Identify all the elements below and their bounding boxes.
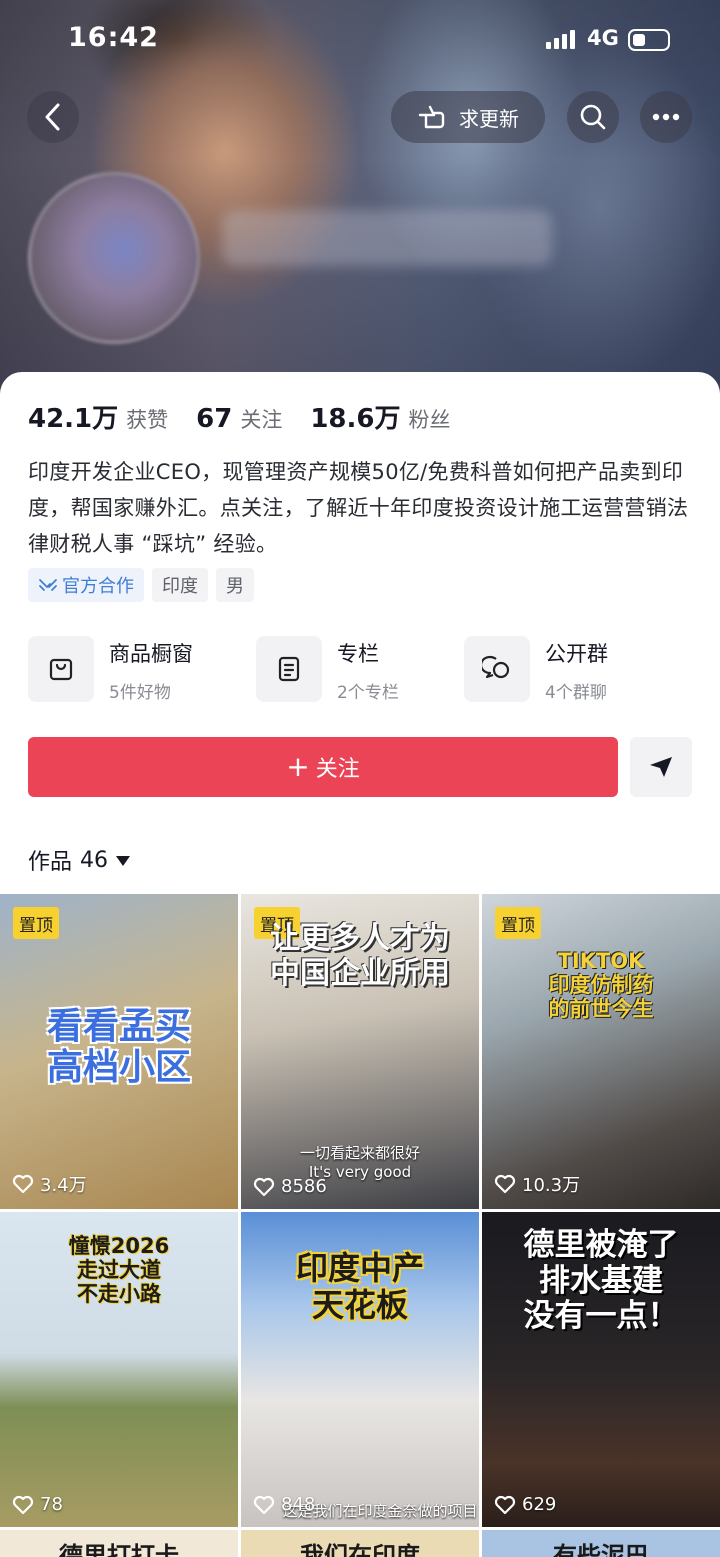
signal-icon [546, 30, 575, 49]
back-button[interactable] [27, 91, 79, 143]
tag-location[interactable]: 印度 [152, 568, 208, 602]
follow-button[interactable]: + 关注 [28, 737, 618, 797]
stat-following[interactable]: 67 关注 [196, 404, 282, 434]
follow-label: 关注 [315, 757, 360, 782]
pointing-hand-icon [418, 105, 445, 129]
battery-icon [628, 29, 670, 51]
avatar[interactable] [28, 172, 200, 344]
video-tile[interactable]: 置顶 TIKTOK 印度仿制药 的前世今生 10.3万 [482, 894, 720, 1209]
chevron-left-icon [45, 103, 60, 131]
group-chat-icon [464, 636, 530, 702]
like-count-value: 629 [522, 1494, 557, 1515]
tag-label: 官方合作 [62, 576, 134, 597]
feature-title: 商品橱窗 [109, 641, 193, 666]
heart-icon [494, 1495, 516, 1514]
like-count-value: 78 [40, 1494, 63, 1515]
heart-icon [494, 1174, 516, 1194]
profile-card: 42.1万 获赞 67 关注 18.6万 粉丝 印度开发企业CEO，现管理资产规… [0, 372, 720, 1557]
more-button[interactable] [640, 91, 692, 143]
stat-likes[interactable]: 42.1万 获赞 [28, 398, 168, 435]
like-count: 629 [494, 1494, 556, 1515]
video-caption: 看看孟买 高档小区 [46, 1006, 191, 1089]
feature-title: 公开群 [545, 641, 608, 666]
like-count-value: 848 [281, 1494, 316, 1515]
request-update-button[interactable]: 求更新 [391, 91, 545, 143]
username-blurred [222, 210, 552, 266]
share-button[interactable] [630, 737, 692, 797]
tag-official-cooperation[interactable]: 官方合作 [28, 568, 144, 602]
feature-entries: 商品橱窗 5件好物 专栏 2个专栏 公开群 4个群聊 [28, 634, 692, 704]
plus-icon: + [286, 750, 310, 783]
tag-gender[interactable]: 男 [216, 568, 254, 602]
video-caption: 德里打打卡 [59, 1542, 179, 1557]
feature-public-group[interactable]: 公开群 4个群聊 [464, 634, 608, 704]
heart-icon [253, 1495, 275, 1514]
works-count: 46 [80, 847, 109, 873]
works-label: 作品 [28, 850, 73, 875]
video-caption: 德里被淹了 排水基建 没有一点！ [523, 1227, 679, 1335]
profile-stats: 42.1万 获赞 67 关注 18.6万 粉丝 [28, 398, 479, 435]
stat-label: 获赞 [126, 408, 169, 432]
stat-label: 粉丝 [408, 408, 451, 432]
video-tile-partial[interactable]: 我们在印度 [241, 1530, 479, 1557]
like-count-value: 3.4万 [40, 1175, 87, 1196]
video-caption: 有些泥巴 [553, 1542, 649, 1557]
profile-bio: 印度开发企业CEO，现管理资产规模50亿/免费科普如何把产品卖到印度，帮国家赚外… [28, 460, 689, 556]
like-count-value: 10.3万 [522, 1175, 581, 1196]
status-bar: 16:42 4G [0, 22, 720, 62]
pinned-badge: 置顶 [13, 907, 59, 939]
video-tile[interactable]: 德里被淹了 排水基建 没有一点！ 629 [482, 1212, 720, 1527]
feature-shop-window[interactable]: 商品橱窗 5件好物 [28, 634, 193, 704]
video-caption: 憧憬2026 走过大道 不走小路 [68, 1234, 170, 1307]
like-count: 8586 [253, 1176, 327, 1197]
cooperation-icon [39, 579, 57, 591]
caret-down-icon [116, 856, 131, 866]
feature-subtitle: 5件好物 [109, 682, 171, 703]
video-caption: TIKTOK 印度仿制药 的前世今生 [548, 949, 654, 1022]
like-count: 848 [253, 1494, 315, 1515]
feature-title: 专栏 [337, 641, 379, 666]
heart-icon [12, 1495, 34, 1514]
status-time: 16:42 [68, 22, 159, 53]
like-count: 10.3万 [494, 1171, 580, 1197]
more-dots-icon [652, 113, 680, 121]
video-tile[interactable]: 置顶 让更多人才为 中国企业所用 一切看起来都很好 It's very good… [241, 894, 479, 1209]
feature-subtitle: 2个专栏 [337, 682, 399, 703]
column-doc-icon [256, 636, 322, 702]
profile-tags: 官方合作 印度 男 [28, 568, 254, 602]
send-icon [650, 757, 672, 777]
video-caption: 让更多人才为 中国企业所用 [270, 921, 450, 991]
video-tile-partial[interactable]: 德里打打卡 [0, 1530, 238, 1557]
feature-column[interactable]: 专栏 2个专栏 [256, 634, 399, 704]
like-count: 78 [12, 1494, 63, 1515]
search-button[interactable] [567, 91, 619, 143]
video-tile-partial[interactable]: 有些泥巴 [482, 1530, 720, 1557]
pinned-badge: 置顶 [495, 907, 541, 939]
search-icon [580, 104, 606, 130]
video-caption: 印度中产 天花板 [295, 1249, 424, 1324]
stat-followers[interactable]: 18.6万 粉丝 [310, 398, 450, 435]
stat-value: 18.6万 [310, 404, 401, 434]
heart-icon [253, 1177, 275, 1196]
request-update-label: 求更新 [459, 106, 519, 131]
shop-bag-icon [28, 636, 94, 702]
heart-icon [12, 1174, 34, 1194]
like-count-value: 8586 [281, 1176, 327, 1197]
video-tile[interactable]: 置顶 看看孟买 高档小区 3.4万 [0, 894, 238, 1209]
stat-value: 67 [196, 404, 233, 434]
tag-label: 男 [226, 576, 244, 597]
network-type: 4G [587, 26, 619, 50]
video-tile[interactable]: 憧憬2026 走过大道 不走小路 78 [0, 1212, 238, 1527]
video-tile[interactable]: 印度中产 天花板 这是我们在印度金奈做的项目 848 [241, 1212, 479, 1527]
like-count: 3.4万 [12, 1171, 87, 1197]
stat-value: 42.1万 [28, 404, 119, 434]
feature-subtitle: 4个群聊 [545, 682, 607, 703]
works-tab[interactable]: 作品 46 [28, 844, 131, 876]
tag-label: 印度 [162, 576, 198, 597]
stat-label: 关注 [240, 408, 283, 432]
video-caption: 我们在印度 [300, 1542, 420, 1557]
